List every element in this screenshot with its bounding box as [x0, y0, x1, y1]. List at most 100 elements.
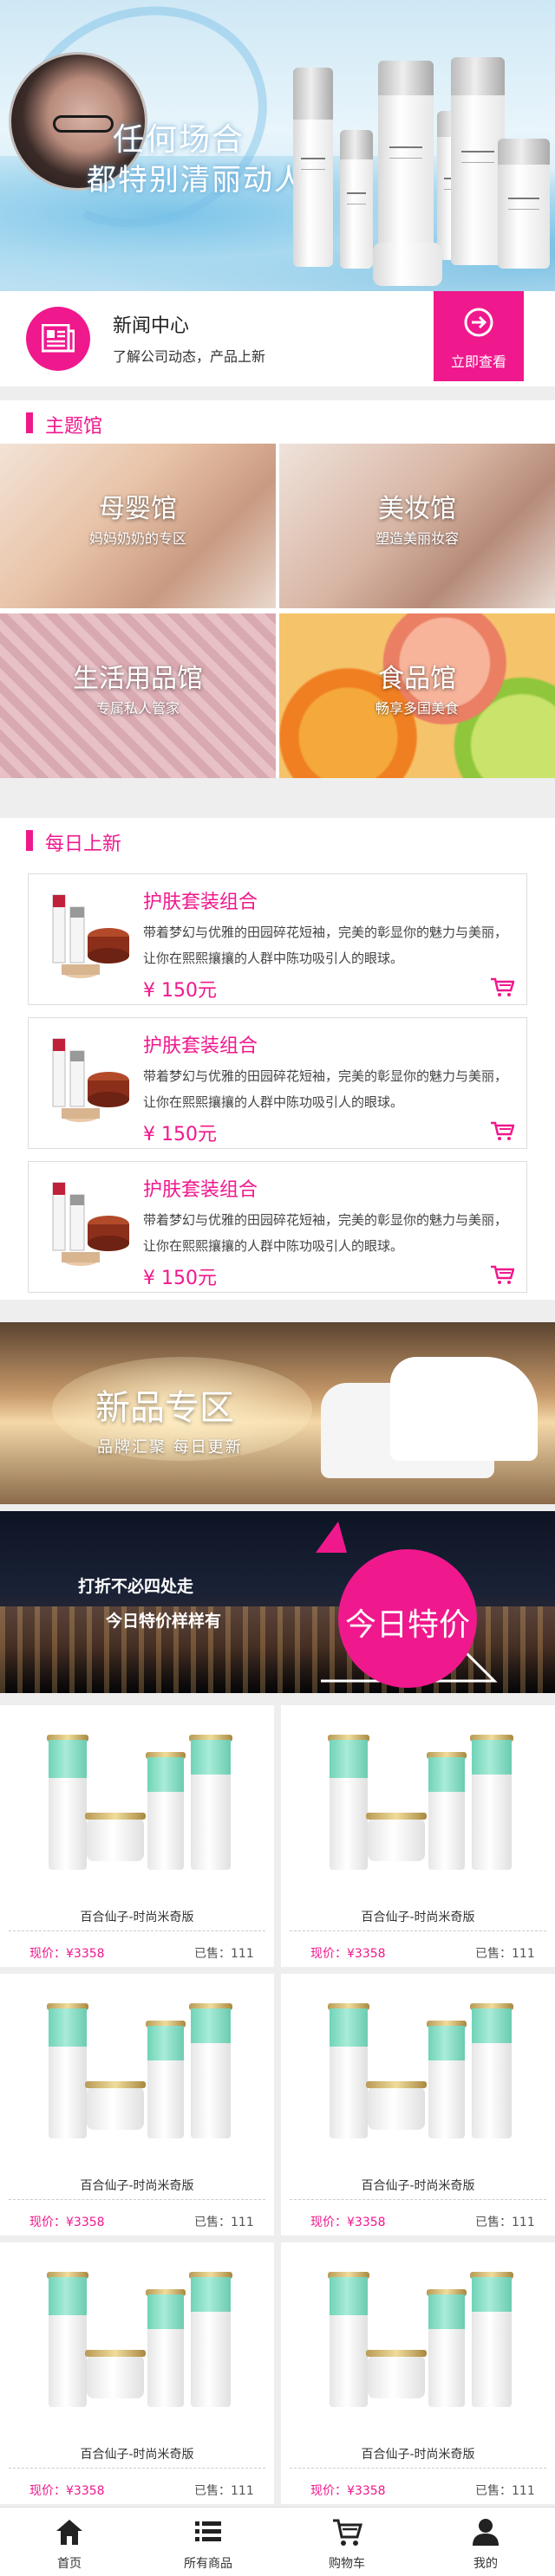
- home-icon: [56, 2520, 82, 2545]
- product-image: [281, 2242, 555, 2443]
- bottom-tab-bar: 首页 所有商品 购物车 我的: [0, 2507, 555, 2576]
- user-icon: [473, 2519, 499, 2546]
- item-title: 护肤套装组合: [143, 1035, 258, 1057]
- item-price: ¥ 150元: [143, 1268, 217, 1289]
- cart-icon[interactable]: [490, 1120, 514, 1141]
- product-price: 现价：¥3358: [310, 2484, 386, 2498]
- section-header-theme: 主题馆: [0, 400, 555, 444]
- product-sold: 已售：111: [194, 2484, 254, 2498]
- banner-line1: 打折不必四处走: [78, 1577, 194, 1596]
- banner-title: 新品专区: [95, 1388, 234, 1428]
- deal-badge-text: 今日特价: [344, 1607, 470, 1643]
- product-image: [281, 1974, 555, 2175]
- divider: [290, 2468, 546, 2469]
- tab-cart[interactable]: 购物车: [278, 2508, 416, 2576]
- tile-food[interactable]: 食品馆 畅享多国美食: [279, 613, 555, 778]
- tab-profile[interactable]: 我的: [416, 2508, 555, 2576]
- section-accent-bar: [26, 412, 33, 433]
- news-subtitle: 了解公司动态，产品上新: [113, 348, 266, 365]
- divider: [9, 1930, 265, 1931]
- product-sold: 已售：111: [194, 2216, 254, 2229]
- product-price: 现价：¥3358: [29, 2216, 105, 2229]
- tile-beauty[interactable]: 美妆馆 塑造美丽妆容: [279, 444, 555, 608]
- view-now-label: 立即查看: [450, 354, 506, 370]
- item-title: 护肤套装组合: [143, 1179, 258, 1201]
- cart-icon[interactable]: [490, 977, 514, 997]
- tab-label: 首页: [57, 2557, 82, 2571]
- daily-deals-banner[interactable]: 打折不必四处走 今日特价样样有 今日特价: [0, 1511, 555, 1693]
- product-name: 百合仙子-时尚米奇版: [80, 1911, 194, 1924]
- news-title: 新闻中心: [113, 315, 190, 337]
- new-arrivals-banner[interactable]: 新品专区 品牌汇聚 每日更新: [0, 1322, 555, 1504]
- banner-line2: 今日特价样样有: [106, 1612, 222, 1631]
- product-thumbnail: [52, 1182, 129, 1266]
- cart-icon: [333, 2519, 362, 2546]
- product-bottle-image: [451, 57, 505, 265]
- tile-desc: 专属私人管家: [95, 700, 180, 717]
- tile-name: 生活用品馆: [73, 664, 203, 694]
- list-icon: [195, 2521, 221, 2541]
- tab-all-products[interactable]: 所有商品: [139, 2508, 278, 2576]
- newspaper-icon: [26, 307, 90, 371]
- product-thumbnail: [52, 894, 129, 978]
- daily-list: 护肤套装组合 带着梦幻与优雅的田园碎花短袖，完美的彰显你的魅力与美丽，让你在熙熙…: [0, 861, 555, 1300]
- product-bottle-image: [340, 130, 373, 269]
- list-item[interactable]: 护肤套装组合 带着梦幻与优雅的田园碎花短袖，完美的彰显你的魅力与美丽，让你在熙熙…: [28, 1017, 527, 1149]
- product-jar-image: [373, 243, 442, 286]
- tile-maternity[interactable]: 母婴馆 妈妈奶奶的专区: [0, 444, 276, 608]
- list-item[interactable]: 护肤套装组合 带着梦幻与优雅的田园碎花短袖，完美的彰显你的魅力与美丽，让你在熙熙…: [28, 873, 527, 1005]
- product-name: 百合仙子-时尚米奇版: [80, 2448, 194, 2462]
- product-thumbnail: [52, 1038, 129, 1122]
- product-price: 现价：¥3358: [310, 2216, 386, 2229]
- banner-subtitle: 品牌汇聚 每日更新: [97, 1438, 243, 1457]
- divider: [9, 2468, 265, 2469]
- product-card[interactable]: 百合仙子-时尚米奇版 现价：¥3358 已售：111: [0, 1705, 274, 1967]
- item-price: ¥ 150元: [143, 1124, 217, 1145]
- section-accent-bar: [26, 830, 33, 851]
- product-sold: 已售：111: [475, 1947, 535, 1961]
- arrow-right-circle-icon: [464, 308, 493, 337]
- hero-slogan-line2: 都特别清丽动人: [87, 163, 305, 198]
- product-name: 百合仙子-时尚米奇版: [80, 2179, 194, 2193]
- view-now-button[interactable]: 立即查看: [434, 291, 524, 381]
- tile-daily-goods[interactable]: 生活用品馆 专属私人管家: [0, 613, 276, 778]
- product-price: 现价：¥3358: [310, 1947, 386, 1961]
- product-card[interactable]: 百合仙子-时尚米奇版 现价：¥3358 已售：111: [0, 1974, 274, 2235]
- divider: [290, 2199, 546, 2200]
- item-price: ¥ 150元: [143, 980, 217, 1002]
- product-image: [0, 2242, 274, 2443]
- tile-desc: 妈妈奶奶的专区: [88, 530, 186, 547]
- section-header-daily: 每日上新: [0, 818, 555, 861]
- section-title: 每日上新: [45, 834, 122, 855]
- product-grid: 百合仙子-时尚米奇版 现价：¥3358 已售：111 百合仙子-时尚米奇版 现价…: [0, 1700, 555, 2506]
- tab-label: 购物车: [329, 2557, 365, 2571]
- tab-home[interactable]: 首页: [0, 2508, 139, 2576]
- item-desc: 带着梦幻与优雅的田园碎花短袖，完美的彰显你的魅力与美丽，让你在熙熙攘攘的人群中陈…: [143, 925, 508, 966]
- product-price: 现价：¥3358: [29, 1947, 105, 1961]
- product-bottle-image: [293, 68, 333, 267]
- tab-label: 所有商品: [184, 2557, 232, 2571]
- divider: [290, 1930, 546, 1931]
- tile-desc: 塑造美丽妆容: [375, 530, 459, 547]
- item-title: 护肤套装组合: [143, 892, 258, 913]
- hero-banner[interactable]: 任何场合 都特别清丽动人: [0, 0, 555, 291]
- product-card[interactable]: 百合仙子-时尚米奇版 现价：¥3358 已售：111: [281, 1974, 555, 2235]
- item-desc: 带着梦幻与优雅的田园碎花短袖，完美的彰显你的魅力与美丽，让你在熙熙攘攘的人群中陈…: [143, 1068, 508, 1110]
- hero-slogan-line1: 任何场合: [113, 122, 245, 158]
- cart-icon[interactable]: [490, 1264, 514, 1285]
- product-card[interactable]: 百合仙子-时尚米奇版 现价：¥3358 已售：111: [0, 2242, 274, 2504]
- tile-desc: 畅享多国美食: [375, 700, 459, 717]
- item-desc: 带着梦幻与优雅的田园碎花短袖，完美的彰显你的魅力与美丽，让你在熙熙攘攘的人群中陈…: [143, 1212, 508, 1254]
- product-bottle-image: [498, 139, 550, 269]
- product-card[interactable]: 百合仙子-时尚米奇版 现价：¥3358 已售：111: [281, 1705, 555, 1967]
- tile-name: 食品馆: [378, 664, 456, 694]
- product-image: [281, 1705, 555, 1906]
- list-item[interactable]: 护肤套装组合 带着梦幻与优雅的田园碎花短袖，完美的彰显你的魅力与美丽，让你在熙熙…: [28, 1161, 527, 1293]
- product-name: 百合仙子-时尚米奇版: [361, 2179, 475, 2193]
- product-sold: 已售：111: [475, 2484, 535, 2498]
- product-price: 现价：¥3358: [29, 2484, 105, 2498]
- product-card[interactable]: 百合仙子-时尚米奇版 现价：¥3358 已售：111: [281, 2242, 555, 2504]
- tile-name: 美妆馆: [378, 494, 456, 524]
- theme-grid: 母婴馆 妈妈奶奶的专区 美妆馆 塑造美丽妆容 生活用品馆 专属私人管家 食品馆 …: [0, 444, 555, 778]
- section-title: 主题馆: [45, 416, 103, 438]
